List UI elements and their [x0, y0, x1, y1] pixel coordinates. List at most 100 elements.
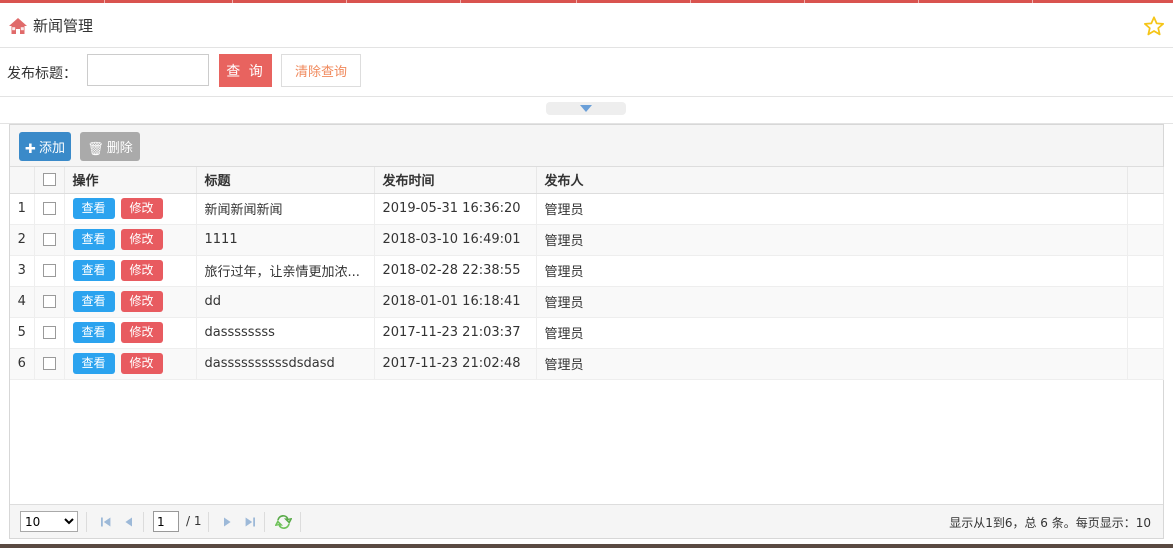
row-time: 2019-05-31 16:36:20 [374, 193, 537, 225]
last-page-icon[interactable] [242, 514, 258, 530]
view-button[interactable]: 查看 [72, 353, 115, 374]
table-row[interactable]: 1 查看 修改 新闻新闻新闻 2019-05-31 16:36:20 管理员 [10, 193, 1164, 225]
edit-button[interactable]: 修改 [120, 260, 163, 281]
clear-query-button[interactable]: 清除查询 [281, 54, 361, 87]
row-extra [1127, 255, 1164, 287]
data-grid-panel: ✚ 添加 🗑 删除 操作 标题 发布时间 发布人 1 查看 修改 新闻新闻新闻 … [9, 124, 1164, 539]
edit-button[interactable]: 修改 [120, 229, 163, 250]
view-button[interactable]: 查看 [72, 322, 115, 343]
row-title: 旅行过年，让亲情更加浓... [196, 255, 375, 287]
home-icon [8, 17, 28, 35]
row-extra [1127, 193, 1164, 225]
col-title: 标题 [196, 167, 375, 194]
row-title: dassssssssssdsdasd [196, 348, 375, 380]
table-row[interactable]: 5 查看 修改 dassssssss 2017-11-23 21:03:37 管理员 [10, 317, 1164, 349]
col-actions: 操作 [64, 167, 197, 194]
query-button[interactable]: 查 询 [219, 54, 272, 87]
page-size-select[interactable]: 10203050 [20, 511, 78, 532]
pagination-bar: 10203050 / 1 [10, 504, 1163, 538]
row-checkbox[interactable] [42, 326, 56, 339]
search-input[interactable] [87, 54, 209, 86]
page-number-input[interactable] [153, 511, 179, 532]
bottom-rule [0, 544, 1173, 548]
news-table: 操作 标题 发布时间 发布人 1 查看 修改 新闻新闻新闻 2019-05-31 16:… [10, 167, 1164, 380]
row-checkbox[interactable] [42, 202, 56, 215]
row-select-cell[interactable] [34, 286, 65, 318]
view-button[interactable]: 查看 [72, 291, 115, 312]
grid-toolbar: ✚ 添加 🗑 删除 [10, 125, 1163, 167]
view-button[interactable]: 查看 [72, 198, 115, 219]
row-actions-cell: 查看 修改 [64, 255, 197, 287]
row-checkbox[interactable] [42, 357, 56, 370]
edit-button[interactable]: 修改 [120, 291, 163, 312]
search-bar: 发布标题： 查 询 清除查询 [0, 49, 1173, 97]
row-checkbox[interactable] [42, 264, 56, 277]
table-row[interactable]: 4 查看 修改 dd 2018-01-01 16:18:41 管理员 [10, 286, 1164, 318]
page-header: 新闻管理 [0, 3, 1173, 48]
row-title: dd [196, 286, 375, 318]
pagination-info: 显示从1到6，总 6 条。每页显示：10 [949, 516, 1151, 530]
row-select-cell[interactable] [34, 348, 65, 380]
row-title: dassssssss [196, 317, 375, 349]
col-rownum [10, 167, 35, 194]
collapse-toggle[interactable] [546, 102, 626, 115]
row-publisher: 管理员 [536, 224, 1128, 256]
row-title: 1111 [196, 224, 375, 256]
table-row[interactable]: 6 查看 修改 dassssssssssdsdasd 2017-11-23 21:02:… [10, 348, 1164, 380]
chevron-down-icon [580, 105, 592, 112]
col-publisher: 发布人 [536, 167, 1128, 194]
row-actions-cell: 查看 修改 [64, 286, 197, 318]
next-page-icon[interactable] [219, 514, 235, 530]
row-checkbox[interactable] [42, 295, 56, 308]
row-select-cell[interactable] [34, 193, 65, 225]
edit-button[interactable]: 修改 [120, 322, 163, 343]
row-number: 1 [10, 193, 35, 225]
row-time: 2018-03-10 16:49:01 [374, 224, 537, 256]
row-extra [1127, 286, 1164, 318]
row-publisher: 管理员 [536, 255, 1128, 287]
row-time: 2017-11-23 21:02:48 [374, 348, 537, 380]
col-select-all[interactable] [34, 167, 65, 194]
row-time: 2017-11-23 21:03:37 [374, 317, 537, 349]
row-actions-cell: 查看 修改 [64, 193, 197, 225]
row-number: 2 [10, 224, 35, 256]
row-number: 3 [10, 255, 35, 287]
row-publisher: 管理员 [536, 193, 1128, 225]
row-checkbox[interactable] [42, 233, 56, 246]
collapse-strip [0, 97, 1173, 124]
row-number: 5 [10, 317, 35, 349]
delete-button[interactable]: 🗑 删除 [80, 132, 140, 161]
page-title: 新闻管理 [33, 17, 94, 35]
view-button[interactable]: 查看 [72, 229, 115, 250]
row-title: 新闻新闻新闻 [196, 193, 375, 225]
row-number: 6 [10, 348, 35, 380]
news-management-page: 新闻管理 发布标题： 查 询 清除查询 ✚ 添加 🗑 删除 操作 标题 发布时间… [0, 0, 1173, 548]
refresh-icon[interactable] [274, 514, 293, 530]
search-label: 发布标题： [7, 66, 77, 82]
add-button[interactable]: ✚ 添加 [19, 132, 71, 161]
table-row[interactable]: 2 查看 修改 1111 2018-03-10 16:49:01 管理员 [10, 224, 1164, 256]
select-all-checkbox[interactable] [42, 173, 56, 187]
row-time: 2018-01-01 16:18:41 [374, 286, 537, 318]
row-number: 4 [10, 286, 35, 318]
add-button-label: 添加 [38, 140, 65, 156]
row-publisher: 管理员 [536, 348, 1128, 380]
star-icon[interactable] [1143, 15, 1165, 37]
row-select-cell[interactable] [34, 317, 65, 349]
row-select-cell[interactable] [34, 224, 65, 256]
total-pages-label: / 1 [186, 514, 202, 528]
row-time: 2018-02-28 22:38:55 [374, 255, 537, 287]
col-extra [1127, 167, 1164, 194]
row-actions-cell: 查看 修改 [64, 317, 197, 349]
row-publisher: 管理员 [536, 317, 1128, 349]
view-button[interactable]: 查看 [72, 260, 115, 281]
prev-page-icon[interactable] [121, 514, 137, 530]
first-page-icon[interactable] [98, 514, 114, 530]
row-extra [1127, 317, 1164, 349]
table-row[interactable]: 3 查看 修改 旅行过年，让亲情更加浓... 2018-02-28 22:38:55 管理… [10, 255, 1164, 287]
row-publisher: 管理员 [536, 286, 1128, 318]
row-select-cell[interactable] [34, 255, 65, 287]
edit-button[interactable]: 修改 [120, 353, 163, 374]
edit-button[interactable]: 修改 [120, 198, 163, 219]
table-header-row: 操作 标题 发布时间 发布人 [10, 167, 1164, 194]
